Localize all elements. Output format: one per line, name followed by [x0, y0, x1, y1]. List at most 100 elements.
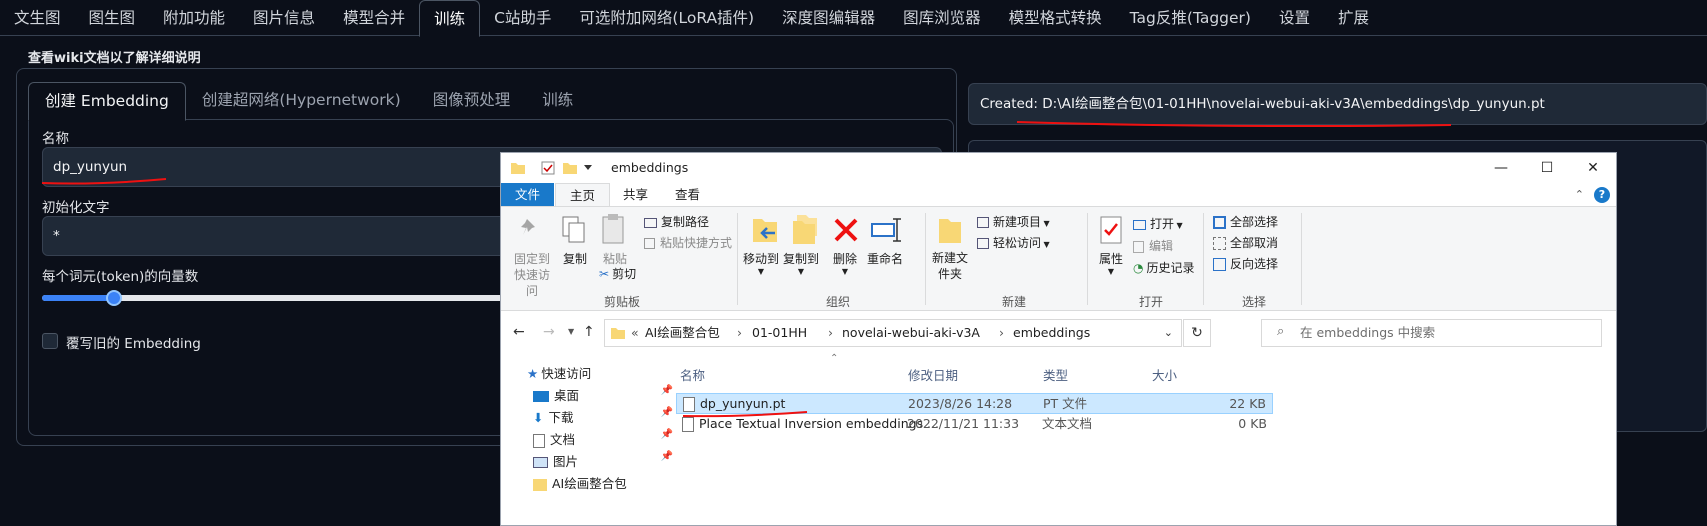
properties-button[interactable]: 属性 ▼ [1099, 250, 1123, 276]
search-input[interactable]: 在 embeddings 中搜索 [1261, 319, 1602, 347]
new-item-button[interactable]: 新建项目 ▼ [977, 213, 1050, 230]
tab-train[interactable]: 训练 [419, 0, 481, 37]
properties-large-icon [1100, 216, 1122, 244]
file-size: 0 KB [1238, 416, 1267, 431]
overwrite-checkbox[interactable] [42, 333, 58, 349]
picture-icon [533, 457, 548, 468]
tab-png-info[interactable]: 图片信息 [239, 0, 329, 36]
pin-icon [521, 219, 535, 235]
copy-path-button[interactable]: 复制路径 [644, 213, 709, 230]
move-to-label: 移动到 [743, 252, 780, 266]
nav-label: AI绘画整合包 [552, 476, 627, 491]
desktop-icon [533, 391, 549, 402]
file-row[interactable]: Place Textual Inversion embeddings ... 2… [676, 414, 1273, 435]
tab-preprocess-images[interactable]: 图像预处理 [417, 82, 527, 120]
nav-desktop[interactable]: 桌面 📌 [533, 385, 673, 404]
address-bar[interactable]: « AI绘画整合包 › 01-01HH › novelai-webui-aki-… [604, 319, 1182, 347]
ribbon-tab-view[interactable]: 查看 [661, 183, 714, 207]
close-button[interactable]: ✕ [1570, 153, 1616, 183]
scissors-icon: ✂ [599, 267, 610, 281]
breadcrumb-item[interactable]: embeddings [1013, 320, 1090, 346]
explorer-titlebar: embeddings — ☐ ✕ [501, 153, 1616, 183]
breadcrumb-item[interactable]: novelai-webui-aki-v3A [842, 320, 980, 346]
column-name[interactable]: 名称 [680, 365, 705, 384]
tab-image-browser[interactable]: 图库浏览器 [889, 0, 995, 36]
select-all-label: 全部选择 [1230, 215, 1279, 229]
column-size[interactable]: 大小 [1152, 365, 1177, 384]
nav-downloads[interactable]: ⬇ 下载 📌 [533, 407, 673, 426]
new-folder-button[interactable]: 新建文件夹 [932, 250, 968, 282]
delete-button[interactable]: 删除 ▼ [833, 250, 857, 276]
ribbon-tab-file[interactable]: 文件 [501, 183, 555, 207]
refresh-icon[interactable]: ↻ [1183, 319, 1211, 347]
copy-to-button[interactable]: 复制到 ▼ [783, 250, 819, 276]
collapse-ribbon-icon[interactable]: ⌃ [1575, 188, 1584, 201]
column-type[interactable]: 类型 [1043, 365, 1068, 384]
paste-shortcut-button[interactable]: 粘贴快捷方式 [644, 234, 732, 251]
move-to-button[interactable]: 移动到 ▼ [743, 250, 779, 276]
sort-arrow-icon: ⌃ [830, 353, 839, 364]
tab-txt2img[interactable]: 文生图 [0, 0, 75, 36]
wiki-link[interactable]: 查看wiki文档以了解详细说明 [28, 47, 201, 66]
tab-civitai-helper[interactable]: C站助手 [480, 0, 565, 36]
breadcrumb-item[interactable]: 01-01HH [752, 320, 807, 346]
delete-icon [834, 218, 858, 242]
rename-button[interactable]: 重命名 [867, 250, 903, 267]
tab-create-hypernetwork[interactable]: 创建超网络(Hypernetwork) [186, 82, 417, 120]
ribbon-tab-share[interactable]: 共享 [609, 183, 662, 207]
init-text-label: 初始化文字 [42, 200, 110, 216]
output-message: Created: D:\AI绘画整合包\01-01HH\novelai-webu… [968, 83, 1707, 125]
file-explorer-window: embeddings — ☐ ✕ 文件 主页 共享 查看 ⌃ ? 固定到快速访问… [500, 152, 1617, 526]
tab-train-sub[interactable]: 训练 [526, 82, 589, 120]
tab-create-embedding[interactable]: 创建 Embedding [28, 82, 186, 121]
nav-pictures[interactable]: 图片 📌 [533, 451, 673, 470]
back-arrow-icon[interactable]: ← [513, 324, 525, 340]
help-icon[interactable]: ? [1594, 187, 1610, 203]
select-all-button[interactable]: 全部选择 [1213, 213, 1278, 230]
slider-thumb[interactable] [106, 290, 122, 306]
tab-model-converter[interactable]: 模型格式转换 [995, 0, 1116, 36]
maximize-button[interactable]: ☐ [1524, 153, 1570, 183]
column-date[interactable]: 修改日期 [908, 365, 958, 384]
recent-dropdown-icon[interactable]: ▼ [568, 327, 574, 336]
properties-icon[interactable] [541, 161, 555, 175]
pin-icon: 📌 [660, 429, 673, 440]
ribbon-tab-bar: 文件 主页 共享 查看 ⌃ ? [501, 183, 1616, 207]
address-dropdown-icon[interactable]: ⌄ [1164, 320, 1173, 346]
tab-extras[interactable]: 附加功能 [149, 0, 239, 36]
tab-extensions[interactable]: 扩展 [1324, 0, 1383, 36]
tab-settings[interactable]: 设置 [1265, 0, 1324, 36]
dropdown-icon[interactable] [583, 164, 593, 172]
file-row[interactable]: dp_yunyun.pt 2023/8/26 14:28 PT 文件 22 KB [676, 393, 1273, 414]
copy-button[interactable]: 复制 [563, 250, 587, 267]
breadcrumb-overflow[interactable]: « [631, 320, 639, 346]
tab-depth-editor[interactable]: 深度图编辑器 [768, 0, 889, 36]
edit-button[interactable]: 编辑 [1133, 237, 1173, 254]
ribbon-divider [1301, 213, 1302, 305]
history-button[interactable]: ◔ 历史记录 [1133, 259, 1195, 276]
tab-img2img[interactable]: 图生图 [75, 0, 150, 36]
forward-arrow-icon[interactable]: → [543, 324, 555, 340]
breadcrumb-item[interactable]: AI绘画整合包 [645, 320, 720, 346]
tab-additional-networks[interactable]: 可选附加网络(LoRA插件) [565, 0, 768, 36]
new-folder-large-icon [939, 219, 961, 243]
ribbon-tab-home[interactable]: 主页 [555, 183, 611, 207]
pin-quick-access-button[interactable]: 固定到快速访问 [509, 251, 555, 299]
cut-button[interactable]: ✂ 剪切 [599, 265, 636, 282]
new-folder-icon[interactable] [563, 161, 577, 174]
breadcrumb-sep-icon: › [999, 325, 1004, 340]
open-button[interactable]: 打开 ▼ [1133, 215, 1183, 232]
vectors-slider[interactable] [42, 290, 522, 306]
minimize-button[interactable]: — [1478, 153, 1524, 183]
tab-checkpoint-merger[interactable]: 模型合并 [329, 0, 419, 36]
tab-tagger[interactable]: Tag反推(Tagger) [1116, 0, 1265, 36]
new-group-label: 新建 [1002, 295, 1027, 309]
nav-documents[interactable]: 文档 📌 [533, 429, 673, 448]
ribbon: 固定到快速访问 复制 粘贴 复制路径 粘贴快捷方式 ✂ 剪切 剪贴板 移动到 ▼ 复… [501, 206, 1616, 311]
invert-selection-button[interactable]: 反向选择 [1213, 255, 1278, 272]
easy-access-button[interactable]: 轻松访问 ▼ [977, 234, 1050, 251]
up-arrow-icon[interactable]: ↑ [583, 324, 595, 340]
nav-quick-access[interactable]: ★ 快速访问 [527, 363, 591, 382]
nav-ai-package[interactable]: AI绘画整合包 [533, 473, 627, 492]
select-none-button[interactable]: 全部取消 [1213, 234, 1278, 251]
